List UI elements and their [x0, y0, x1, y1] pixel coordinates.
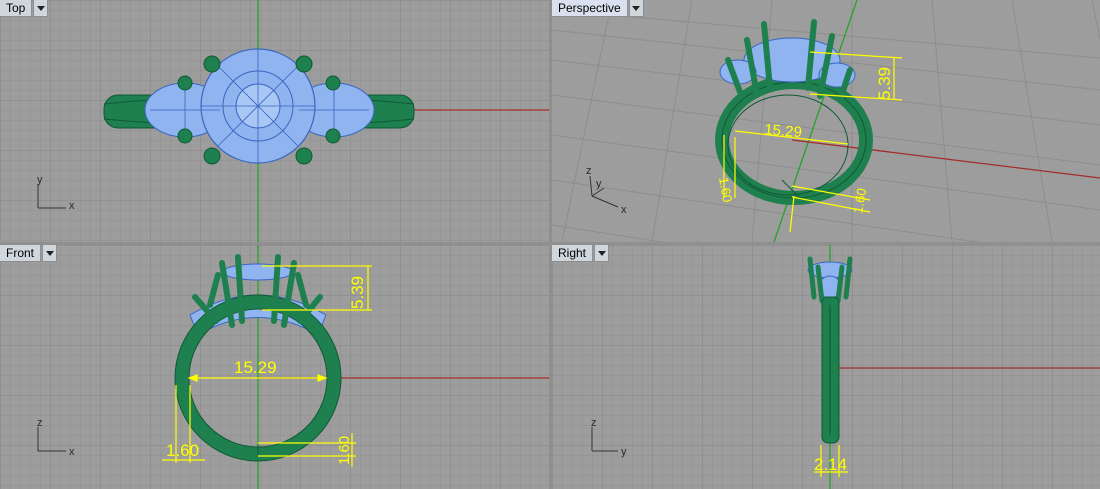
axis-triad-icon — [589, 175, 619, 208]
viewport-title-bar: Perspective — [552, 0, 644, 17]
top-view-scene: y x — [0, 0, 549, 242]
front-view-scene: 5.39 15.29 1.60 1.60 z x — [0, 245, 549, 489]
viewport-title-perspective[interactable]: Perspective — [552, 0, 628, 17]
triad-label-y: y — [596, 178, 602, 190]
viewport-right[interactable]: 2.14 z y Right — [552, 245, 1100, 489]
dim-label-head-height: 5.39 — [875, 67, 894, 100]
triad-label-y: y — [37, 174, 43, 186]
triad-label-x: x — [69, 200, 75, 212]
triangle-down-icon[interactable] — [42, 245, 58, 262]
viewport-title-right[interactable]: Right — [552, 245, 594, 262]
dim-label-band-width: 2.14 — [814, 455, 847, 474]
dim-label-inner-diameter: 15.29 — [234, 358, 277, 377]
triad-label-z: z — [37, 417, 43, 429]
dim-label-band-thickness-left: 1.60 — [716, 176, 735, 204]
ring-perspective-model — [715, 19, 873, 205]
dim-label-band-thickness-left: 1.60 — [166, 441, 199, 460]
dim-label-head-height: 5.39 — [348, 276, 367, 309]
right-view-scene: 2.14 z y — [552, 245, 1100, 489]
perspective-grid — [552, 0, 1100, 242]
dim-label-band-thickness-right: 1.60 — [336, 436, 353, 465]
viewport-title-bar: Front — [0, 245, 58, 262]
triangle-down-icon[interactable] — [594, 245, 610, 262]
viewport-perspective[interactable]: 5.39 15.29 1.60 1.60 z y x Perspective — [552, 0, 1100, 242]
viewport-title-bar: Right — [552, 245, 610, 262]
triad-label-y: y — [621, 446, 627, 458]
viewport-title-bar: Top — [0, 0, 49, 17]
dim-label-inner-diameter: 15.29 — [764, 121, 803, 141]
viewport-title-top[interactable]: Top — [0, 0, 33, 17]
triad-label-z: z — [591, 417, 597, 429]
viewport-top[interactable]: y x Top — [0, 0, 549, 242]
perspective-view-scene: 5.39 15.29 1.60 1.60 z y x — [552, 0, 1100, 242]
triangle-down-icon[interactable] — [628, 0, 644, 17]
triad-label-x: x — [621, 204, 627, 216]
viewport-front[interactable]: 5.39 15.29 1.60 1.60 z x Front — [0, 245, 549, 489]
viewport-title-front[interactable]: Front — [0, 245, 42, 262]
triad-label-x: x — [69, 446, 75, 458]
triangle-down-icon[interactable] — [33, 0, 49, 17]
dim-label-band-thickness-right: 1.60 — [850, 187, 869, 215]
triad-label-z: z — [586, 165, 592, 177]
